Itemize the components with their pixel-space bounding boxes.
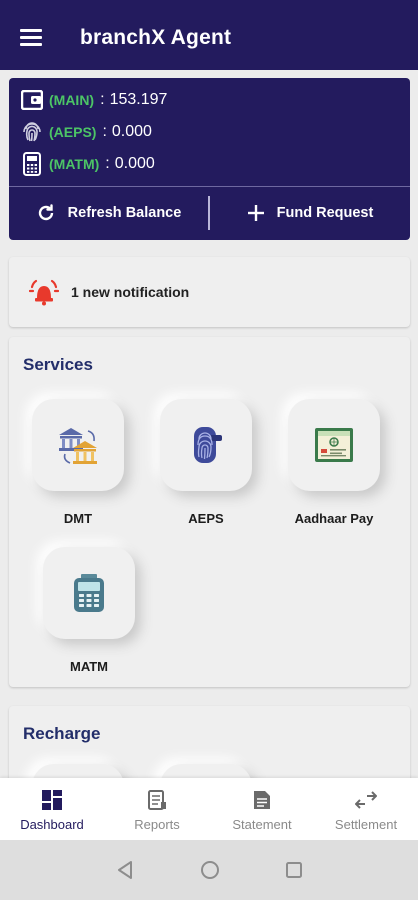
notification-banner[interactable]: 1 new notification [9, 257, 410, 327]
nav-label: Statement [232, 817, 292, 832]
app-title: branchX Agent [80, 26, 232, 49]
wallet-label-matm: (MATM) [49, 156, 100, 172]
fingerprint-icon [23, 122, 41, 142]
home-icon[interactable] [200, 860, 220, 880]
wallet-row-aeps: (AEPS) : 0.000 [21, 120, 152, 144]
wallet-value-matm: 0.000 [114, 155, 155, 172]
service-tile [32, 399, 124, 491]
nav-reports[interactable]: Reports [105, 778, 209, 840]
fingerprint-scanner-icon [194, 427, 222, 463]
refresh-icon [38, 204, 53, 221]
recents-icon[interactable] [285, 860, 303, 880]
system-navigation-bar [0, 840, 418, 900]
reports-icon [148, 790, 166, 810]
wallet-balance-card: (MAIN) : 153.197 (AEPS) : 0.000 (MATM) :… [9, 78, 410, 240]
pos-terminal-icon [23, 152, 41, 176]
nav-dashboard[interactable]: Dashboard [0, 778, 104, 840]
refresh-balance-label: Refresh Balance [67, 205, 182, 221]
wallet-icon [21, 90, 43, 110]
service-label: Aadhaar Pay [294, 511, 374, 526]
wallet-divider [9, 186, 410, 187]
bottom-navigation: Dashboard Reports Statement Settlement [0, 778, 418, 840]
bank-transfer-icon [59, 428, 97, 464]
wallet-row-matm: (MATM) : 0.000 [21, 152, 155, 176]
recharge-title: Recharge [23, 724, 101, 743]
statement-icon [254, 791, 270, 809]
nav-statement[interactable]: Statement [210, 778, 314, 840]
service-label: DMT [63, 511, 93, 526]
service-aeps[interactable]: AEPS [151, 399, 261, 526]
app-bar: branchX Agent [0, 0, 418, 70]
wallet-separator: : [105, 155, 110, 172]
service-aadhaar-pay[interactable]: Aadhaar Pay [279, 399, 389, 526]
service-tile [43, 547, 135, 639]
aadhaar-card-icon [315, 428, 353, 462]
alarm-bell-icon [29, 279, 59, 306]
plus-icon [247, 205, 264, 221]
wallet-label-main: (MAIN) [49, 92, 95, 108]
service-tile [160, 399, 252, 491]
wallet-label-aeps: (AEPS) [49, 124, 97, 140]
notification-text: 1 new notification [71, 284, 190, 300]
wallet-separator: : [102, 123, 107, 140]
services-card: Services DMT AEPS Aadhaar Pay MATM [9, 337, 410, 687]
service-label: AEPS [188, 511, 224, 526]
back-icon[interactable] [116, 860, 134, 880]
nav-label: Reports [134, 817, 180, 832]
nav-label: Dashboard [20, 817, 84, 832]
service-tile [288, 399, 380, 491]
service-matm[interactable]: MATM [34, 547, 144, 674]
services-title: Services [23, 355, 93, 374]
wallet-separator: : [100, 91, 105, 108]
nav-label: Settlement [334, 817, 398, 832]
micro-atm-icon [74, 574, 104, 612]
wallet-value-main: 153.197 [109, 91, 168, 108]
nav-settlement[interactable]: Settlement [314, 778, 418, 840]
fund-request-button[interactable]: Fund Request [210, 190, 410, 236]
hamburger-menu-icon[interactable] [20, 29, 42, 47]
wallet-value-aeps: 0.000 [111, 123, 152, 140]
service-dmt[interactable]: DMT [23, 399, 133, 526]
refresh-balance-button[interactable]: Refresh Balance [9, 190, 208, 236]
wallet-row-main: (MAIN) : 153.197 [21, 88, 167, 112]
fund-request-label: Fund Request [276, 205, 374, 221]
service-label: MATM [69, 659, 109, 674]
settlement-icon [354, 791, 378, 809]
dashboard-icon [42, 790, 62, 810]
